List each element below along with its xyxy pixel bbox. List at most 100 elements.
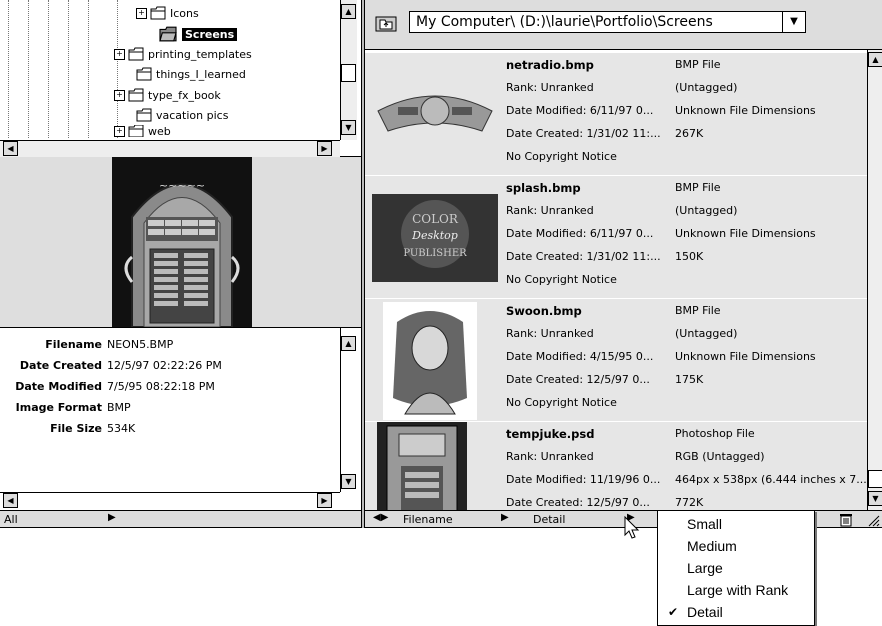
scroll-left-icon[interactable]: ◀ xyxy=(3,493,18,508)
file-copyright: No Copyright Notice xyxy=(506,396,617,409)
file-name: netradio.bmp xyxy=(506,58,594,72)
metadata-vertical-scrollbar[interactable]: ▲ ▼ xyxy=(340,328,357,492)
folder-icon xyxy=(136,67,152,81)
menu-item-small[interactable]: Small xyxy=(658,514,814,535)
metadata-row-filename: Filename NEON5.BMP xyxy=(45,338,174,351)
view-mode-label[interactable]: Detail xyxy=(533,513,565,526)
tree-item-things-learned[interactable]: things_I_learned xyxy=(126,64,246,84)
expand-icon[interactable]: + xyxy=(136,7,147,19)
folder-tree[interactable]: + Icons Screens + printing_templates thi… xyxy=(0,0,361,157)
metadata-pane: Filename NEON5.BMP Date Created 12/5/97 02… xyxy=(0,328,361,510)
scroll-right-icon[interactable]: ▶ xyxy=(317,141,332,156)
file-modified: Date Modified: 11/19/96 0... xyxy=(506,473,661,486)
file-created: Date Created: 1/31/02 11:... xyxy=(506,250,661,263)
file-dimensions: Unknown File Dimensions xyxy=(675,350,816,363)
tree-guide-line xyxy=(28,0,29,138)
trash-icon[interactable] xyxy=(839,512,853,527)
menu-item-large-with-rank[interactable]: Large with Rank xyxy=(658,580,814,601)
sort-field-label[interactable]: Filename xyxy=(403,513,453,526)
expand-icon[interactable]: + xyxy=(114,125,125,137)
checkmark-icon: ✔ xyxy=(668,605,679,619)
filter-status-bar[interactable]: All ▶ xyxy=(0,510,361,528)
metadata-row-date-created: Date Created 12/5/97 02:22:26 PM xyxy=(19,359,222,372)
scroll-left-icon[interactable]: ◀ xyxy=(3,141,18,156)
file-name: Swoon.bmp xyxy=(506,304,582,318)
tree-item-label: web xyxy=(148,125,171,137)
scroll-down-icon[interactable]: ▼ xyxy=(868,491,882,506)
view-mode-menu[interactable]: Small Medium Large Large with Rank ✔ Det… xyxy=(657,510,815,626)
metadata-row-date-modified: Date Modified 7/5/95 08:22:18 PM xyxy=(15,380,215,393)
file-type: BMP File xyxy=(675,181,721,194)
svg-text:Desktop: Desktop xyxy=(411,229,458,242)
tree-item-screens[interactable]: Screens xyxy=(158,24,238,44)
menu-item-large[interactable]: Large xyxy=(658,558,814,579)
tree-item-web[interactable]: + web xyxy=(114,125,171,137)
thumbnail[interactable] xyxy=(383,302,477,420)
path-text: My Computer\ (D:)\laurie\Portfolio\Scree… xyxy=(416,14,713,30)
file-type: BMP File xyxy=(675,304,721,317)
path-bar: My Computer\ (D:)\laurie\Portfolio\Scree… xyxy=(365,0,882,50)
file-size: 267K xyxy=(675,127,704,140)
tree-item-label: printing_templates xyxy=(148,47,252,61)
file-type: BMP File xyxy=(675,58,721,71)
cursor-icon xyxy=(624,516,640,539)
folder-icon xyxy=(150,6,166,20)
path-dropdown[interactable]: My Computer\ (D:)\laurie\Portfolio\Scree… xyxy=(409,11,806,33)
scroll-up-icon[interactable]: ▲ xyxy=(341,336,356,351)
scroll-up-icon[interactable]: ▲ xyxy=(341,4,356,19)
file-list[interactable]: netradio.bmp Rank: Unranked Date Modifie… xyxy=(365,50,867,510)
tree-guide-line xyxy=(68,0,69,138)
scroll-down-icon[interactable]: ▼ xyxy=(341,474,356,489)
file-item-swoon[interactable]: Swoon.bmp Rank: Unranked Date Modified: … xyxy=(365,299,867,422)
scroll-thumb[interactable] xyxy=(341,64,356,82)
file-item-netradio[interactable]: netradio.bmp Rank: Unranked Date Modifie… xyxy=(365,53,867,176)
tree-item-icons[interactable]: + Icons xyxy=(136,3,199,23)
tree-guide-line xyxy=(117,0,118,138)
file-dimensions: Unknown File Dimensions xyxy=(675,104,816,117)
file-tag: (Untagged) xyxy=(675,204,738,217)
up-folder-icon[interactable] xyxy=(375,16,397,32)
thumbnail[interactable] xyxy=(370,53,500,175)
file-copyright: No Copyright Notice xyxy=(506,273,617,286)
file-size: 150K xyxy=(675,250,704,263)
sort-direction-icon[interactable]: ◀▶ xyxy=(373,512,388,523)
thumbnail[interactable] xyxy=(377,422,467,510)
file-item-tempjuke[interactable]: tempjuke.psd Rank: Unranked Date Modifie… xyxy=(365,422,867,510)
scroll-up-icon[interactable]: ▲ xyxy=(868,52,882,67)
chevron-down-icon[interactable]: ▼ xyxy=(782,12,805,32)
file-created: Date Created: 12/5/97 0... xyxy=(506,373,650,386)
tree-item-printing-templates[interactable]: + printing_templates xyxy=(114,44,252,64)
arrow-icon[interactable]: ▶ xyxy=(108,512,116,523)
expand-icon[interactable]: + xyxy=(114,89,125,101)
tree-item-label: type_fx_book xyxy=(148,88,221,102)
arrow-icon[interactable]: ▶ xyxy=(501,512,509,523)
resize-grip-icon[interactable] xyxy=(865,512,880,527)
tree-item-label: Icons xyxy=(170,6,199,20)
scroll-down-icon[interactable]: ▼ xyxy=(341,120,356,135)
file-rank: Rank: Unranked xyxy=(506,450,594,463)
file-item-splash[interactable]: COLOR Desktop PUBLISHER splash.bmp Rank:… xyxy=(365,176,867,299)
file-dimensions: 464px x 538px (6.444 inches x 7... xyxy=(675,473,867,486)
file-name: tempjuke.psd xyxy=(506,427,595,441)
menu-item-medium[interactable]: Medium xyxy=(658,536,814,557)
tree-vertical-scrollbar[interactable]: ▲ ▼ xyxy=(340,0,357,140)
file-list-scrollbar[interactable]: ▲ ▼ xyxy=(867,50,882,510)
menu-item-detail[interactable]: ✔ Detail xyxy=(658,602,814,623)
svg-text:COLOR: COLOR xyxy=(412,212,459,226)
tree-item-type-fx-book[interactable]: + type_fx_book xyxy=(114,85,221,105)
folder-icon xyxy=(128,125,144,137)
file-rank: Rank: Unranked xyxy=(506,327,594,340)
scroll-thumb[interactable] xyxy=(868,470,882,488)
scroll-right-icon[interactable]: ▶ xyxy=(317,493,332,508)
tree-horizontal-scrollbar[interactable]: ◀ ▶ xyxy=(0,140,340,157)
tree-item-label: things_I_learned xyxy=(156,67,246,81)
file-created: Date Created: 1/31/02 11:... xyxy=(506,127,661,140)
svg-text:PUBLISHER: PUBLISHER xyxy=(403,248,467,259)
file-rank: Rank: Unranked xyxy=(506,81,594,94)
tree-item-vacation-pics[interactable]: vacation pics xyxy=(126,105,228,125)
thumbnail[interactable]: COLOR Desktop PUBLISHER xyxy=(370,176,500,298)
expand-icon[interactable]: + xyxy=(114,48,125,60)
metadata-horizontal-scrollbar[interactable]: ◀ ▶ xyxy=(0,492,340,509)
file-modified: Date Modified: 6/11/97 0... xyxy=(506,227,654,240)
file-modified: Date Modified: 6/11/97 0... xyxy=(506,104,654,117)
